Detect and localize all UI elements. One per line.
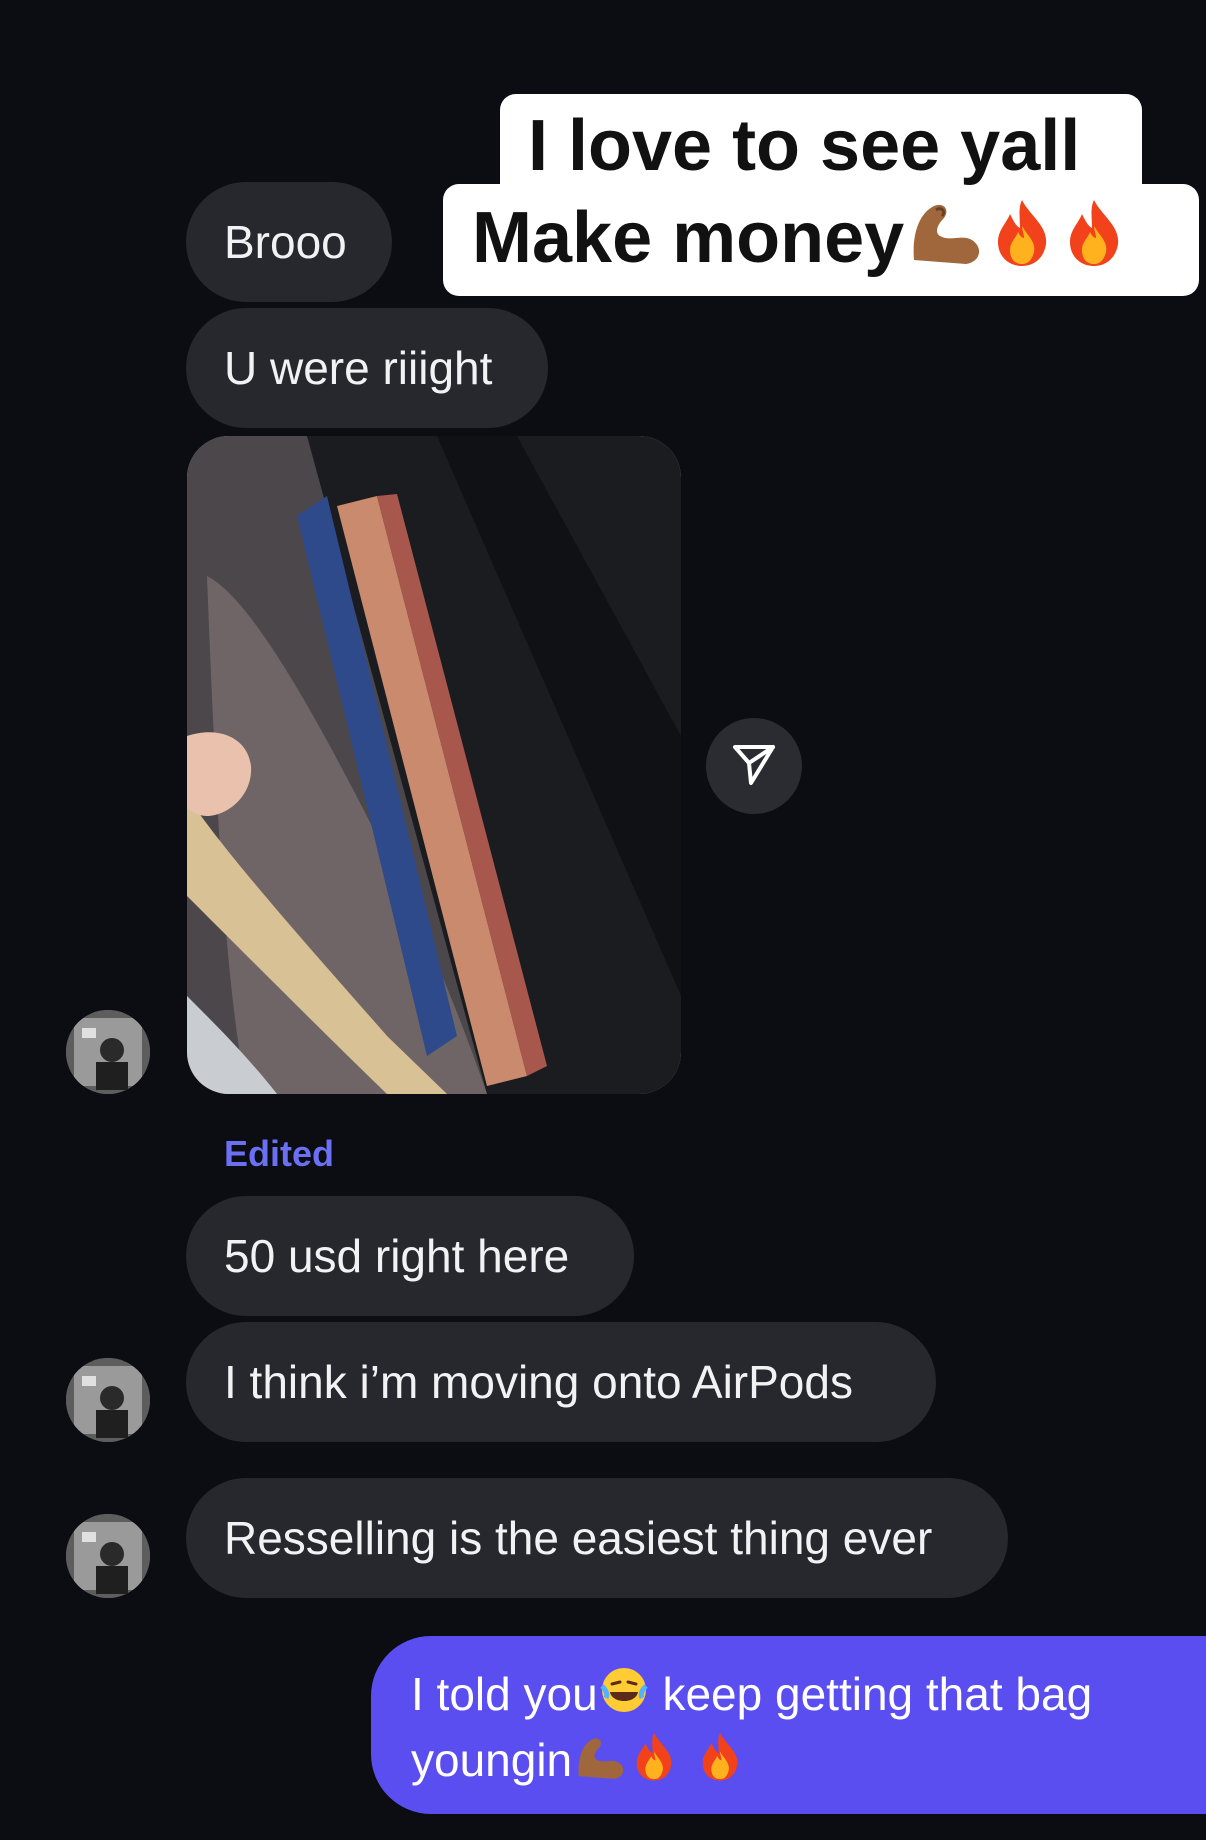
fire-icon: [1058, 196, 1130, 286]
sent-line-2: youngin: [411, 1730, 1166, 1796]
sent-text-part-1: I told you: [411, 1668, 598, 1720]
fire-icon: [628, 1730, 680, 1796]
flexed-biceps-icon: [904, 196, 986, 286]
message-text: U were riiight: [224, 342, 493, 394]
wallet-photo: [187, 436, 681, 1094]
fire-icon: [694, 1730, 746, 1796]
avatar[interactable]: [66, 1358, 150, 1442]
user-avatar-icon: [66, 1010, 150, 1094]
message-bubble[interactable]: I think i’m moving onto AirPods: [186, 1322, 936, 1442]
sent-text-part-2: keep getting that bag: [649, 1668, 1093, 1720]
user-avatar-icon: [66, 1358, 150, 1442]
share-button[interactable]: [706, 718, 802, 814]
sent-message-bubble[interactable]: I told you keep getting that bag youngin: [371, 1636, 1206, 1814]
user-avatar-icon: [66, 1514, 150, 1598]
edited-label: Edited: [224, 1133, 335, 1174]
fire-icon: [986, 196, 1058, 286]
message-text: Brooo: [224, 216, 347, 268]
message-bubble[interactable]: Brooo: [186, 182, 392, 302]
message-text: 50 usd right here: [224, 1230, 570, 1282]
avatar[interactable]: [66, 1010, 150, 1094]
message-bubble[interactable]: U were riiight: [186, 308, 548, 428]
message-bubble[interactable]: Resselling is the easiest thing ever: [186, 1478, 1008, 1598]
sent-line-1: I told you keep getting that bag: [411, 1664, 1166, 1730]
avatar[interactable]: [66, 1514, 150, 1598]
message-text: I think i’m moving onto AirPods: [224, 1356, 853, 1408]
caption-overlay: I love to see yall Make money: [0, 0, 1206, 310]
caption-line-2-text: Make money: [472, 198, 905, 278]
flexed-biceps-icon: [572, 1732, 628, 1796]
sent-text-part-3: youngin: [411, 1734, 573, 1786]
caption-line-2: Make money: [472, 196, 1130, 286]
photo-message[interactable]: [187, 436, 681, 1094]
face-with-tears-of-joy-icon: [598, 1664, 650, 1730]
paper-plane-icon: [731, 741, 777, 792]
message-text: Resselling is the easiest thing ever: [224, 1512, 933, 1564]
message-bubble[interactable]: 50 usd right here: [186, 1196, 634, 1316]
caption-line-1: I love to see yall: [528, 106, 1081, 186]
